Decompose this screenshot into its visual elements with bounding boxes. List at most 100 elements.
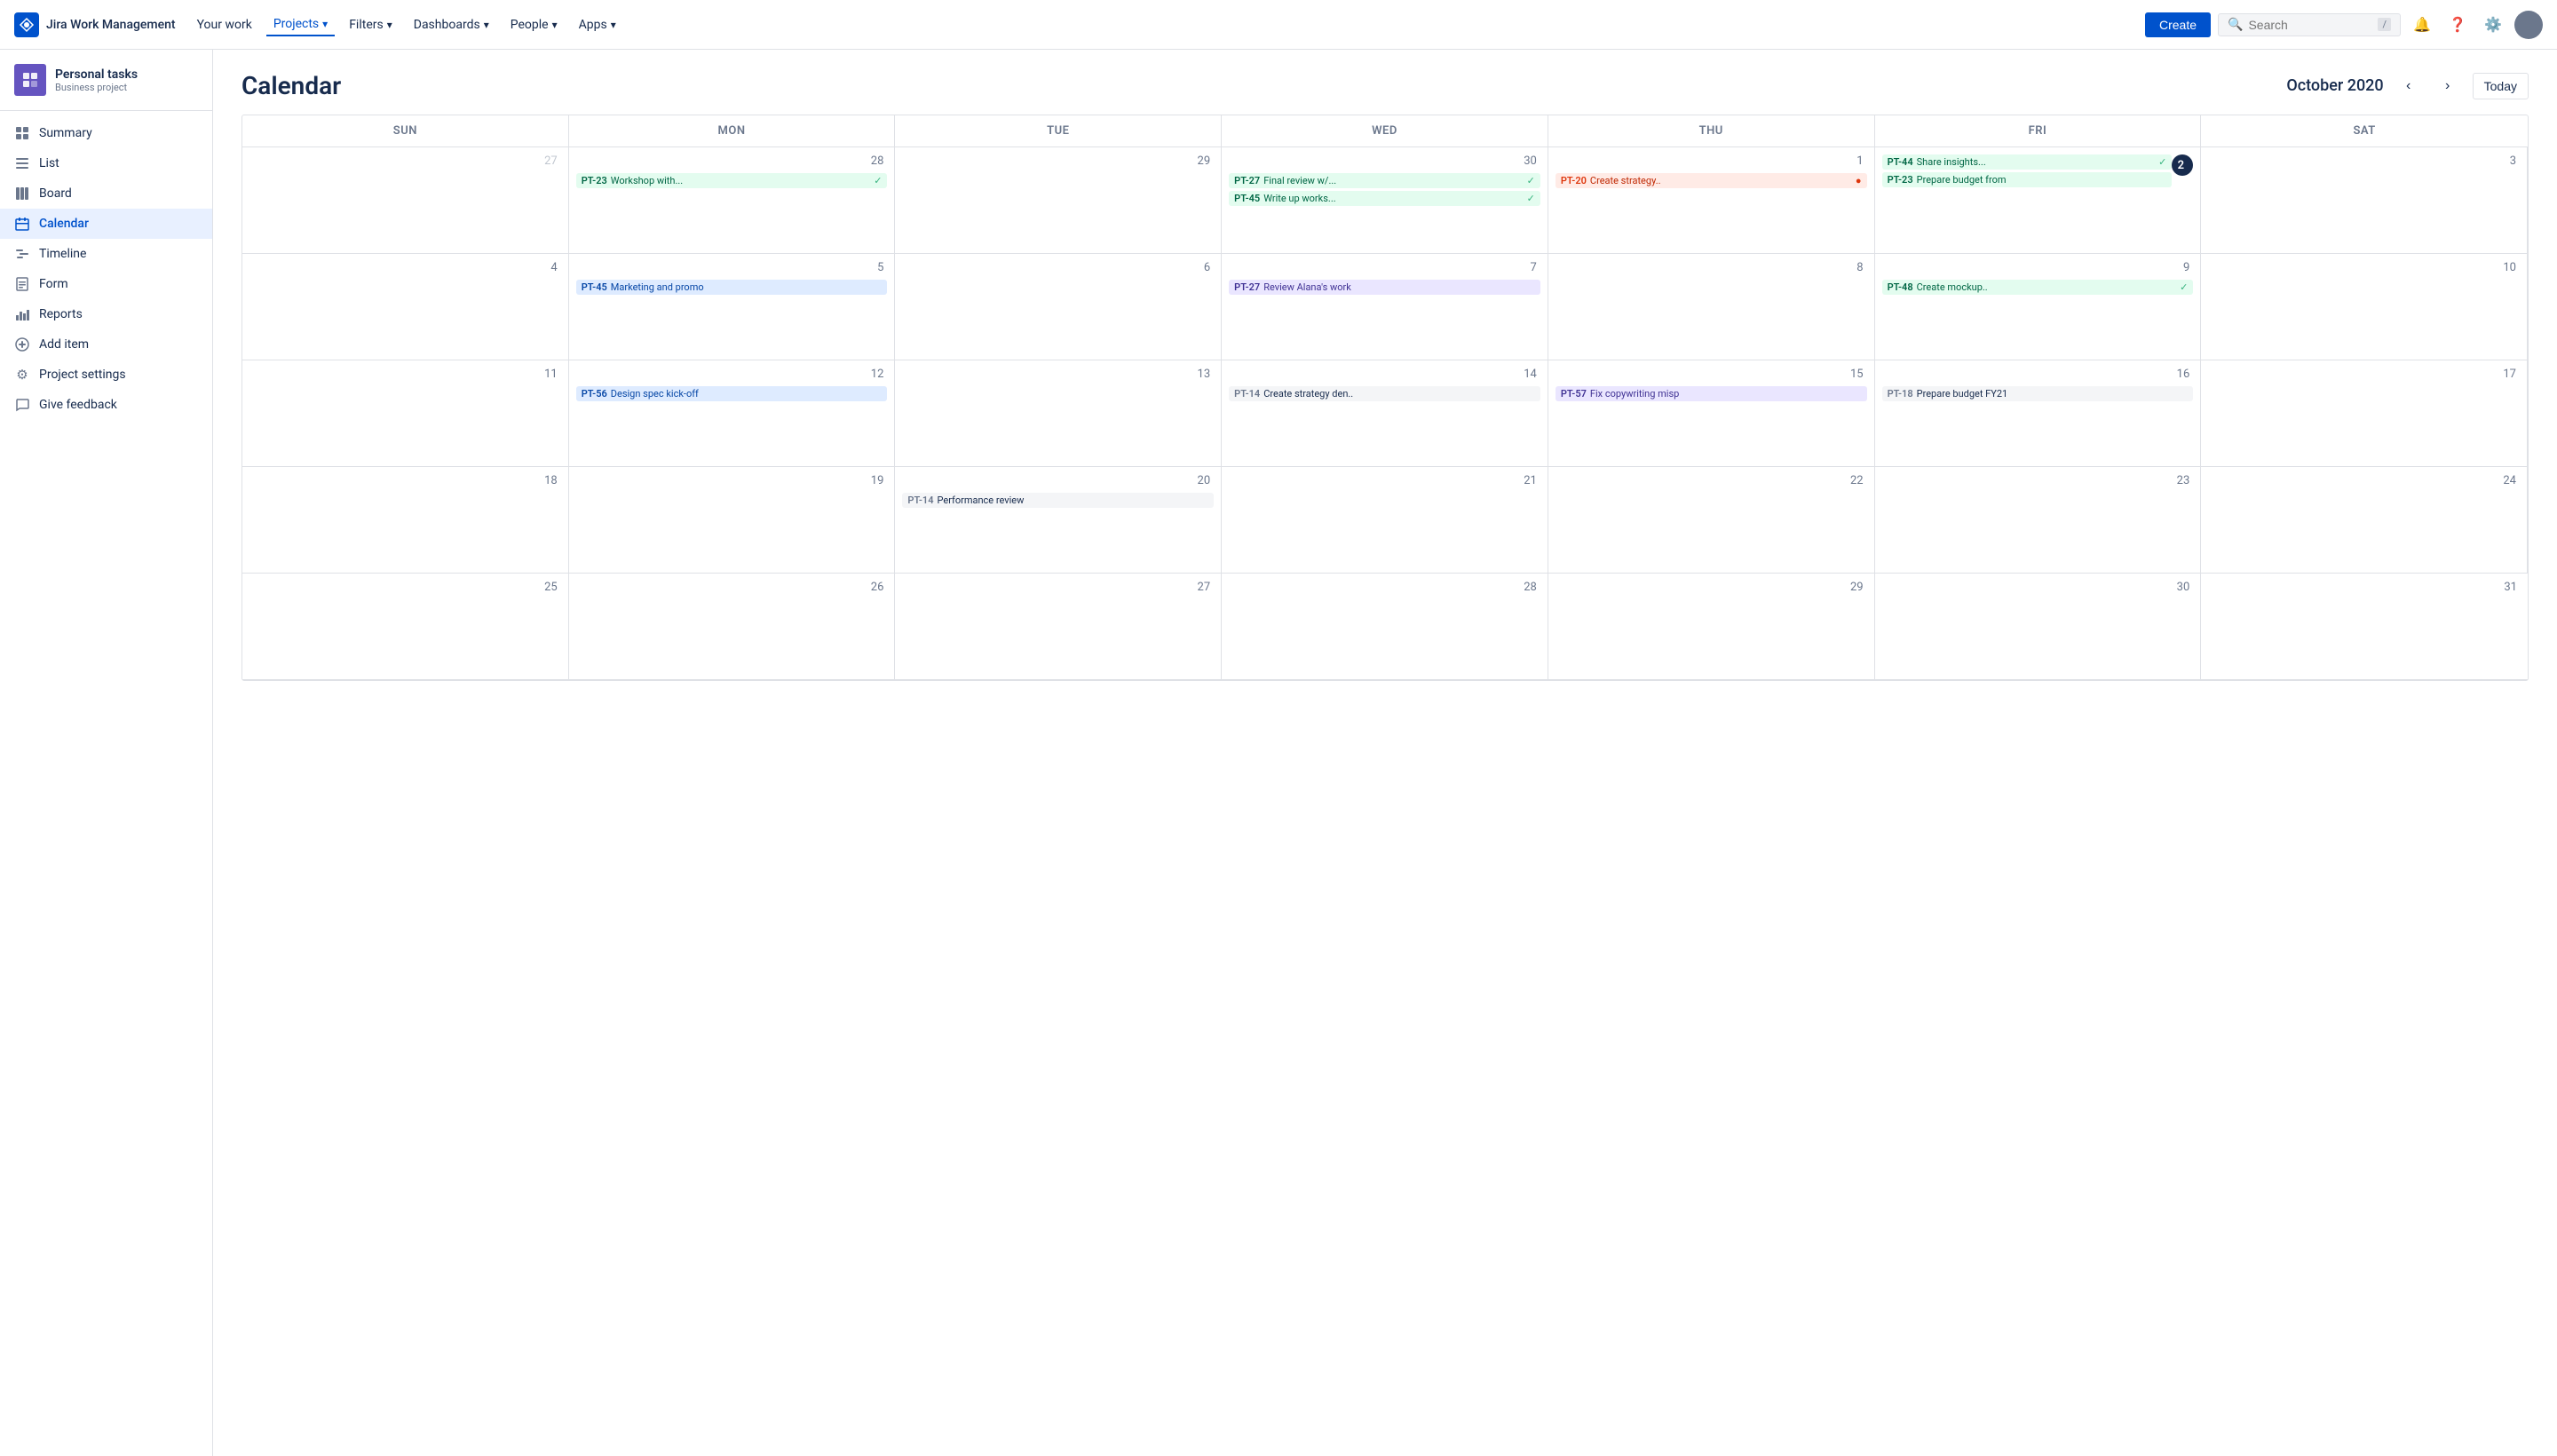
cell-date: 29 [902, 154, 1214, 168]
calendar-cell-14[interactable]: 14PT-14Create strategy den.. [1222, 360, 1548, 467]
calendar-cell-8[interactable]: 8 [1548, 254, 1875, 360]
task-pill[interactable]: PT-14Create strategy den.. [1229, 386, 1540, 401]
calendar-cell-6[interactable]: 6 [895, 254, 1222, 360]
calendar-cell-5[interactable]: 5PT-45Marketing and promo [569, 254, 896, 360]
calendar-cell-28[interactable]: 28PT-23Workshop with...✓ [569, 147, 896, 254]
sidebar-item-timeline[interactable]: Timeline [0, 239, 212, 269]
calendar-cell-4[interactable]: 4 [242, 254, 569, 360]
calendar-cell-28[interactable]: 28 [1222, 574, 1548, 680]
task-pill[interactable]: PT-57Fix copywriting misp [1556, 386, 1867, 401]
sidebar-item-board[interactable]: Board [0, 178, 212, 209]
calendar-cell-19[interactable]: 19 [569, 467, 896, 574]
calendar-cell-29[interactable]: 29 [895, 147, 1222, 254]
today-button[interactable]: Today [2473, 73, 2529, 99]
calendar-cell-21[interactable]: 21 [1222, 467, 1548, 574]
task-pill[interactable]: PT-20Create strategy..● [1556, 173, 1867, 188]
calendar-cell-22[interactable]: 22 [1548, 467, 1875, 574]
cell-date: 22 [1556, 474, 1867, 487]
task-id: PT-18 [1888, 388, 1913, 400]
task-id: PT-45 [1234, 193, 1260, 204]
calendar-cell-27[interactable]: 27 [242, 147, 569, 254]
cell-date: 17 [2208, 368, 2520, 381]
sidebar-item-calendar[interactable]: Calendar [0, 209, 212, 239]
calendar-cell-10[interactable]: 10 [2201, 254, 2528, 360]
task-pill[interactable]: PT-56Design spec kick-off [576, 386, 888, 401]
calendar-cell-1[interactable]: 1PT-20Create strategy..● [1548, 147, 1875, 254]
sidebar-navigation: Summary List Board Calenda [0, 111, 212, 427]
cell-date: 23 [1882, 474, 2194, 487]
calendar-cell-23[interactable]: 23 [1875, 467, 2202, 574]
calendar-cell-30[interactable]: 30 [1875, 574, 2202, 680]
calendar-cell-13[interactable]: 13 [895, 360, 1222, 467]
calendar-cell-26[interactable]: 26 [569, 574, 896, 680]
cell-date: 10 [2208, 261, 2520, 274]
calendar-cell-16[interactable]: 16PT-18Prepare budget FY21 [1875, 360, 2202, 467]
cell-date: 11 [249, 368, 561, 381]
sidebar-item-add-item[interactable]: Add item [0, 329, 212, 360]
user-avatar[interactable] [2514, 11, 2543, 39]
sidebar-item-list[interactable]: List [0, 148, 212, 178]
calendar-cell-11[interactable]: 11 [242, 360, 569, 467]
task-pill[interactable]: PT-44Share insights...✓ [1882, 154, 2173, 170]
list-icon [14, 155, 30, 171]
nav-people[interactable]: People ▾ [503, 14, 565, 36]
nav-projects[interactable]: Projects ▾ [266, 13, 335, 36]
prev-month-button[interactable]: ‹ [2395, 72, 2423, 100]
calendar-cell-12[interactable]: 12PT-56Design spec kick-off [569, 360, 896, 467]
calendar-cell-20[interactable]: 20PT-14Performance review [895, 467, 1222, 574]
next-month-button[interactable]: › [2434, 72, 2462, 100]
day-header-mon: MON [569, 115, 896, 146]
task-check-icon: ✓ [1527, 175, 1535, 186]
calendar-cell-17[interactable]: 17 [2201, 360, 2528, 467]
task-error-icon: ● [1856, 175, 1862, 186]
task-pill[interactable]: PT-27Review Alana's work [1229, 280, 1540, 295]
sidebar-item-give-feedback[interactable]: Give feedback [0, 390, 212, 420]
calendar-cell-30[interactable]: 30PT-27Final review w/...✓PT-45Write up … [1222, 147, 1548, 254]
calendar-cell-7[interactable]: 7PT-27Review Alana's work [1222, 254, 1548, 360]
calendar-day-headers: SUN MON TUE WED THU FRI SAT [242, 115, 2528, 147]
create-button[interactable]: Create [2145, 12, 2211, 37]
sidebar: Personal tasks Business project Summary … [0, 50, 213, 1456]
calendar-cell-24[interactable]: 24 [2201, 467, 2528, 574]
task-pill[interactable]: PT-45Marketing and promo [576, 280, 888, 295]
calendar-cell-2[interactable]: 2PT-44Share insights...✓PT-23Prepare bud… [1875, 147, 2202, 254]
nav-apps[interactable]: Apps ▾ [572, 14, 623, 36]
calendar-cell-18[interactable]: 18 [242, 467, 569, 574]
filters-chevron-icon: ▾ [387, 19, 392, 31]
calendar-cell-25[interactable]: 25 [242, 574, 569, 680]
search-bar[interactable]: 🔍 / [2218, 13, 2401, 36]
notifications-button[interactable]: 🔔 [2408, 11, 2436, 39]
calendar-cell-31[interactable]: 31 [2201, 574, 2528, 680]
task-pill[interactable]: PT-45Write up works...✓ [1229, 191, 1540, 206]
sidebar-project-header[interactable]: Personal tasks Business project [0, 50, 212, 111]
form-icon [14, 276, 30, 292]
calendar-cell-29[interactable]: 29 [1548, 574, 1875, 680]
help-button[interactable]: ❓ [2443, 11, 2472, 39]
sidebar-item-reports[interactable]: Reports [0, 299, 212, 329]
day-header-sat: SAT [2201, 115, 2528, 146]
sidebar-item-form[interactable]: Form [0, 269, 212, 299]
sidebar-item-summary[interactable]: Summary [0, 118, 212, 148]
calendar-cell-27[interactable]: 27 [895, 574, 1222, 680]
task-pill[interactable]: PT-18Prepare budget FY21 [1882, 386, 2194, 401]
calendar-cell-15[interactable]: 15PT-57Fix copywriting misp [1548, 360, 1875, 467]
task-pill[interactable]: PT-14Performance review [902, 493, 1214, 508]
nav-dashboards[interactable]: Dashboards ▾ [407, 14, 496, 36]
task-pill[interactable]: PT-23Prepare budget from [1882, 172, 2173, 187]
sidebar-item-project-settings[interactable]: ⚙ Project settings [0, 360, 212, 390]
calendar-grid: SUN MON TUE WED THU FRI SAT 2728PT-23Wor… [241, 115, 2529, 681]
search-input[interactable] [2248, 18, 2372, 32]
task-pill[interactable]: PT-27Final review w/...✓ [1229, 173, 1540, 188]
app-logo[interactable]: Jira Work Management [14, 12, 176, 37]
task-id: PT-48 [1888, 281, 1913, 293]
calendar-cell-3[interactable]: 3 [2201, 147, 2528, 254]
calendar-header: Calendar October 2020 ‹ › Today [213, 50, 2557, 115]
task-pill[interactable]: PT-23Workshop with...✓ [576, 173, 888, 188]
calendar-icon [14, 216, 30, 232]
task-pill[interactable]: PT-48Create mockup..✓ [1882, 280, 2194, 295]
task-label: Marketing and promo [611, 281, 883, 293]
calendar-cell-9[interactable]: 9PT-48Create mockup..✓ [1875, 254, 2202, 360]
nav-your-work[interactable]: Your work [190, 14, 259, 36]
settings-button[interactable]: ⚙️ [2479, 11, 2507, 39]
nav-filters[interactable]: Filters ▾ [342, 14, 400, 36]
